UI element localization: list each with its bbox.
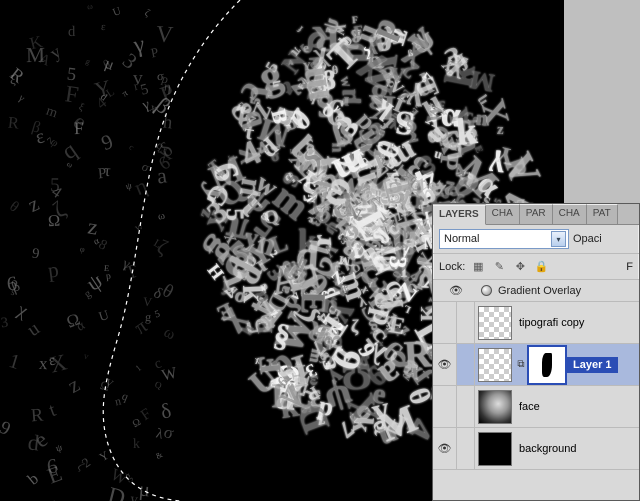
eye-icon [438, 358, 452, 371]
visibility-toggle[interactable] [433, 302, 457, 343]
layer-thumbnail[interactable] [478, 390, 512, 424]
opacity-label: Opaci [573, 233, 602, 245]
chevron-down-icon: ▾ [551, 231, 566, 247]
layer-name: tipografi copy [515, 317, 584, 329]
lock-position-icon[interactable]: ✥ [512, 259, 528, 275]
layer-thumbnail[interactable] [478, 306, 512, 340]
blend-mode-value: Normal [444, 233, 479, 245]
lock-all-icon[interactable]: 🔒 [533, 259, 549, 275]
layer-mask-thumbnail[interactable] [530, 348, 564, 382]
eye-icon[interactable] [449, 284, 463, 297]
effect-name: Gradient Overlay [498, 285, 581, 297]
lock-label: Lock: [439, 261, 465, 273]
tab-paths[interactable]: PAT [587, 204, 618, 224]
layers-panel: LAYERS CHA PAR CHA PAT Normal ▾ Opaci Lo… [432, 203, 640, 501]
visibility-toggle[interactable] [433, 344, 457, 385]
fill-label: F [626, 261, 633, 273]
layer-name: background [515, 443, 577, 455]
layer-row[interactable]: tipografi copy [433, 302, 639, 344]
visibility-toggle[interactable] [433, 386, 457, 427]
tab-layers[interactable]: LAYERS [433, 205, 486, 225]
layer-row[interactable]: face [433, 386, 639, 428]
link-column[interactable] [457, 386, 475, 427]
layer-row[interactable]: ⧉ Layer 1 [433, 344, 639, 386]
blend-mode-select[interactable]: Normal ▾ [439, 229, 569, 249]
layer-thumbnail[interactable] [478, 432, 512, 466]
lock-row: Lock: ▦ ✎ ✥ 🔒 F [433, 254, 639, 280]
eye-icon [438, 442, 452, 455]
tab-character[interactable]: CHA [553, 204, 587, 224]
tab-paragraph[interactable]: PAR [520, 204, 553, 224]
layer-name: face [515, 401, 540, 413]
link-column[interactable] [457, 428, 475, 469]
tab-channels[interactable]: CHA [486, 204, 520, 224]
link-column[interactable] [457, 302, 475, 343]
mask-link-icon[interactable]: ⧉ [515, 358, 527, 372]
layer-name: Layer 1 [567, 357, 618, 373]
effect-row[interactable]: Gradient Overlay [433, 280, 639, 302]
layer-row[interactable]: background [433, 428, 639, 470]
effect-icon [481, 285, 492, 296]
panel-tabs: LAYERS CHA PAR CHA PAT [433, 204, 639, 225]
visibility-toggle[interactable] [433, 428, 457, 469]
lock-transparency-icon[interactable]: ▦ [470, 259, 486, 275]
layer-thumbnail[interactable] [478, 348, 512, 382]
lock-brush-icon[interactable]: ✎ [491, 259, 507, 275]
layer-list: Gradient Overlay tipografi copy ⧉ Layer … [433, 280, 639, 500]
blend-row: Normal ▾ Opaci [433, 225, 639, 254]
link-column[interactable] [457, 344, 475, 385]
